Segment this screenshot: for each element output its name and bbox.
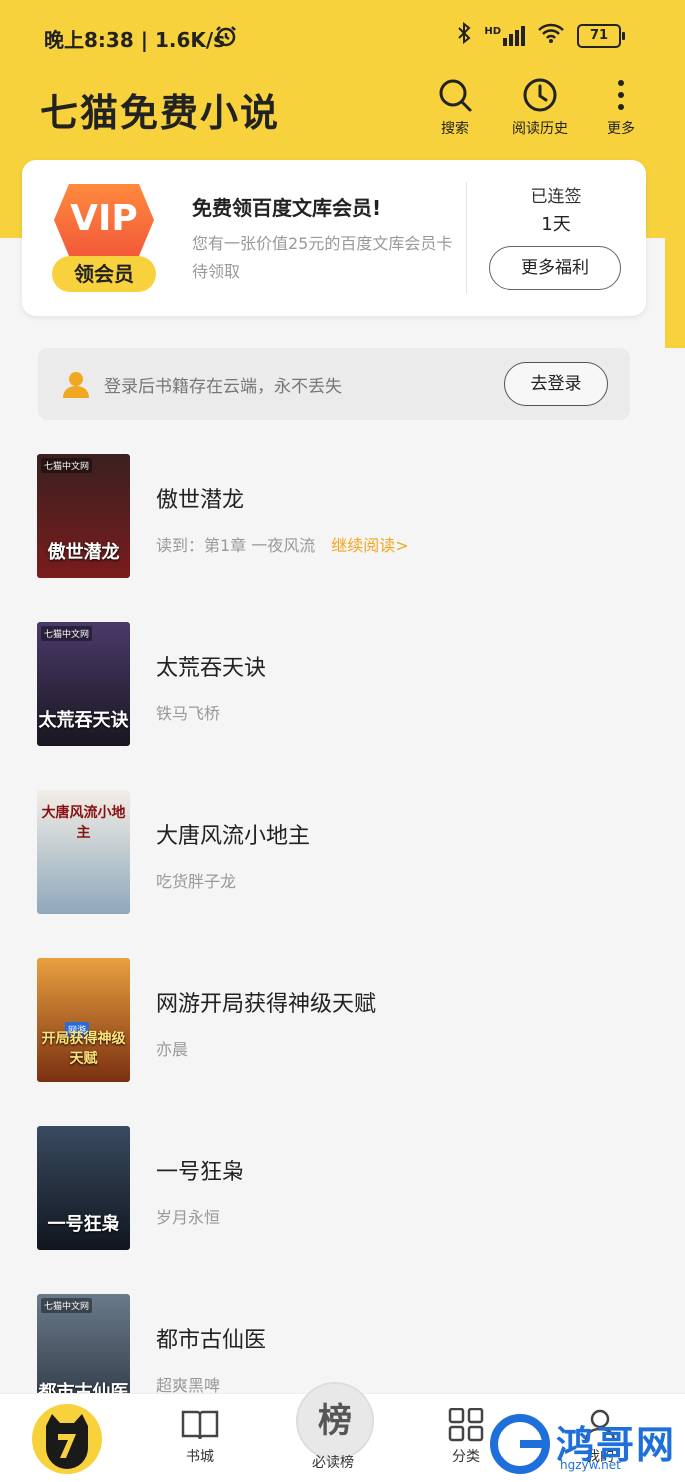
nav-bookstore[interactable]: 书城 [160,1408,240,1466]
wifi-icon [537,22,565,49]
cover-publisher-tag: 七猫中文网 [41,1298,93,1313]
reading-history-label: 阅读历史 [512,121,568,137]
status-bar: 晚上8:38 | 1.6K/s HD 71 [0,0,685,72]
watermark-url: hgzyw.net [560,1458,621,1472]
book-author: 岁月永恒 [156,1208,221,1227]
book-title[interactable]: 大唐风流小地主 [156,818,310,850]
vip-card[interactable]: VIP 领会员 免费领百度文库会员! 您有一张价值25元的百度文库会员卡待领取 … [22,160,646,316]
reading-history-button[interactable]: 阅读历史 [512,76,568,138]
book-author: 吃货胖子龙 [156,872,237,891]
book-title[interactable]: 太荒吞天诀 [156,650,266,682]
book-progress: 读到：第1章 一夜风流 继续阅读> [156,532,409,556]
login-prompt-text: 登录后书籍存在云端，永不丢失 [104,377,342,397]
login-button[interactable]: 去登录 [504,362,608,406]
cover-title: 大唐风流小地主 [41,805,126,841]
watermark-logo-icon [488,1412,552,1480]
cover-title: 傲世潜龙 [47,542,120,563]
clock-icon [512,76,568,114]
bookshelf-list: 七猫中文网 傲世潜龙 傲世潜龙 读到：第1章 一夜风流 继续阅读> 七猫中文网 太… [0,454,685,1462]
search-label: 搜索 [441,121,469,137]
cat-logo-icon [46,1414,88,1469]
nav-must-read-label[interactable]: 必读榜 [290,1452,376,1472]
book-cover[interactable]: 七猫中文网 傲世潜龙 [37,454,130,578]
nav-category-label: 分类 [452,1449,480,1465]
login-prompt-bar: 登录后书籍存在云端，永不丢失 去登录 [38,348,630,420]
cover-publisher-tag: 七猫中文网 [41,626,93,641]
book-item[interactable]: 七猫中文网 太荒吞天诀 太荒吞天诀 铁马飞桥 [0,622,685,790]
status-time-speed: 晚上8:38 | 1.6K/s [44,28,226,52]
nav-bookstore-label: 书城 [186,1449,214,1465]
rank-badge-icon[interactable]: 榜 [296,1382,374,1460]
vip-title: 免费领百度文库会员! [192,196,382,220]
book-item[interactable]: 一号狂枭 一号狂枭 岁月永恒 [0,1126,685,1294]
bluetooth-icon [456,21,472,49]
cover-publisher-tag: 七猫中文网 [41,458,93,473]
alarm-icon [214,24,238,52]
vip-description: 您有一张价值25元的百度文库会员卡待领取 [192,234,453,281]
checkin-streak-value: 1天 [541,214,571,235]
more-button[interactable]: 更多 [604,76,638,138]
reading-progress: 读到：第1章 一夜风流 [156,536,316,555]
network-type: HD [484,25,501,37]
book-item[interactable]: 大唐风流小地主 大唐风流小地主 吃货胖子龙 [0,790,685,958]
book-cover[interactable]: 网游 开局获得神级天赋 [37,958,130,1082]
more-label: 更多 [607,121,635,137]
app-logo-home-button[interactable] [32,1404,102,1474]
vip-badge[interactable]: VIP 领会员 [52,184,156,292]
book-open-icon [160,1408,240,1442]
signal-icon: HD [484,25,525,46]
search-icon [436,76,474,114]
battery-indicator: 71 [577,23,625,48]
book-title[interactable]: 都市古仙医 [156,1322,266,1354]
continue-reading-link[interactable]: 继续阅读> [331,536,408,555]
vip-divider [466,182,467,294]
claim-membership-pill[interactable]: 领会员 [52,256,156,292]
book-cover[interactable]: 七猫中文网 太荒吞天诀 [37,622,130,746]
book-item[interactable]: 七猫中文网 傲世潜龙 傲世潜龙 读到：第1章 一夜风流 继续阅读> [0,454,685,622]
book-item[interactable]: 网游 开局获得神级天赋 网游开局获得神级天赋 亦晨 [0,958,685,1126]
app-title: 七猫免费小说 [40,91,281,135]
book-author: 亦晨 [156,1040,189,1059]
book-title[interactable]: 网游开局获得神级天赋 [156,986,376,1018]
cover-title: 开局获得神级天赋 [41,1031,126,1067]
book-title[interactable]: 一号狂枭 [156,1154,244,1186]
cover-title: 太荒吞天诀 [38,710,129,731]
header-side-strip [665,238,685,348]
more-benefits-button[interactable]: 更多福利 [489,246,621,290]
book-author: 铁马飞桥 [156,704,221,723]
book-title[interactable]: 傲世潜龙 [156,482,244,514]
status-icons: HD 71 [456,21,625,49]
cover-title: 一号狂枭 [47,1214,120,1235]
more-vertical-icon [604,76,638,114]
checkin-streak-label: 已连签 [530,187,582,207]
vip-hex: VIP [54,184,154,256]
user-icon [60,368,92,404]
search-button[interactable]: 搜索 [436,76,474,138]
book-cover[interactable]: 大唐风流小地主 [37,790,130,914]
book-cover[interactable]: 一号狂枭 [37,1126,130,1250]
